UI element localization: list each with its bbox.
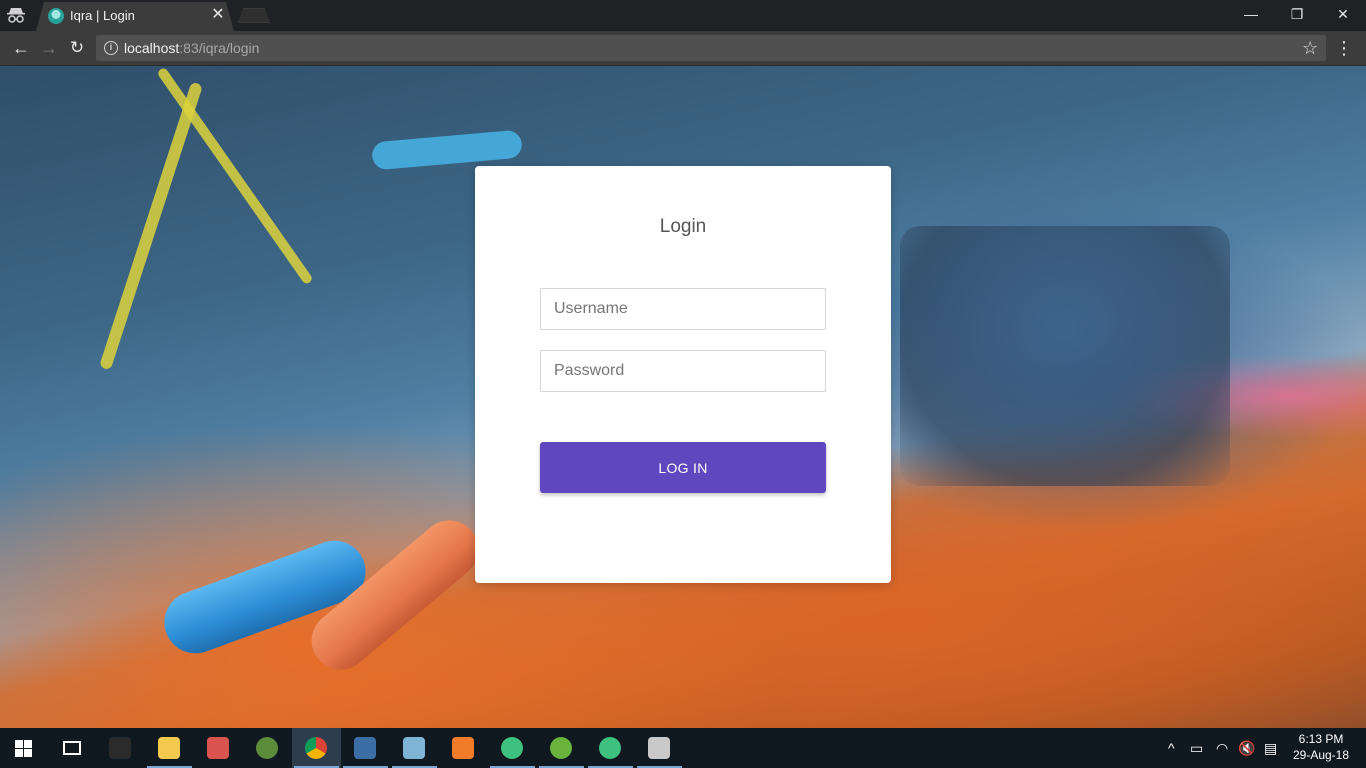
- palette-icon: [648, 737, 670, 759]
- paint-icon: [207, 737, 229, 759]
- tab-close-icon[interactable]: ✕: [210, 7, 226, 23]
- tab-title: Iqra | Login: [70, 8, 135, 23]
- browser-menu-icon[interactable]: ⋮: [1334, 37, 1354, 59]
- taskbar-app-button[interactable]: [243, 728, 292, 768]
- taskbar-app-button[interactable]: [145, 728, 194, 768]
- atom-icon-2: [599, 737, 621, 759]
- tab-iqra-login[interactable]: Iqra | Login ✕: [36, 2, 234, 31]
- password-input[interactable]: [540, 350, 826, 392]
- tab-strip: Iqra | Login ✕ — ❐ ✕: [0, 0, 1366, 31]
- login-title: Login: [659, 216, 707, 237]
- task-view-button[interactable]: [48, 728, 96, 768]
- volume-muted-icon[interactable]: 🔇: [1238, 738, 1255, 758]
- task-view-icon: [63, 741, 81, 755]
- show-hidden-icons-chevron-icon[interactable]: ^: [1168, 738, 1175, 758]
- taskbar-app-button[interactable]: [488, 728, 537, 768]
- taskbar-app-button[interactable]: [390, 728, 439, 768]
- windows-taskbar: ^ ▭ ◠ 🔇 ▤ 6:13 PM 29-Aug-18: [0, 728, 1366, 768]
- system-tray: ^ ▭ ◠ 🔇 ▤ 6:13 PM 29-Aug-18: [1160, 728, 1366, 768]
- background-chalk-mark: [371, 129, 523, 171]
- notepad-icon: [403, 737, 425, 759]
- clock[interactable]: 6:13 PM 29-Aug-18: [1288, 731, 1354, 763]
- reload-icon[interactable]: ↻: [66, 37, 88, 59]
- battery-icon[interactable]: ▭: [1190, 738, 1203, 758]
- background-chalk-line: [98, 81, 204, 371]
- globe-icon: [256, 737, 278, 759]
- login-button[interactable]: LOG IN: [540, 442, 826, 493]
- notifications-icon[interactable]: ▤: [1264, 738, 1277, 758]
- taskbar-app-button[interactable]: [194, 728, 243, 768]
- url-path: :83/iqra/login: [179, 40, 260, 56]
- terminal-icon: [109, 737, 131, 759]
- windows-logo-icon: [15, 740, 32, 757]
- username-input[interactable]: [540, 288, 826, 330]
- back-arrow-icon[interactable]: ←: [10, 37, 32, 59]
- forward-arrow-icon[interactable]: →: [38, 37, 60, 59]
- close-window-button[interactable]: ✕: [1320, 0, 1366, 30]
- clock-time: 6:13 PM: [1298, 732, 1344, 746]
- taskbar-app-button[interactable]: [439, 728, 488, 768]
- url-host: localhost: [124, 40, 180, 56]
- new-tab-button[interactable]: [238, 8, 270, 23]
- browser-toolbar: ← → ↻ i localhost:83/iqra/login ☆ ⋮: [0, 31, 1366, 66]
- utorrent-icon: [550, 737, 572, 759]
- site-favicon-icon: [48, 8, 64, 24]
- virtualbox-icon: [354, 737, 376, 759]
- chrome-icon: [305, 737, 327, 759]
- login-card: Login LOG IN: [475, 166, 891, 583]
- clock-date: 29-Aug-18: [1292, 748, 1350, 762]
- maximize-button[interactable]: ❐: [1274, 0, 1320, 30]
- atom-icon: [501, 737, 523, 759]
- site-info-icon[interactable]: i: [104, 41, 118, 55]
- minimize-button[interactable]: —: [1228, 0, 1274, 30]
- xampp-icon: [452, 737, 474, 759]
- taskbar-app-button[interactable]: [586, 728, 635, 768]
- start-button[interactable]: [0, 728, 48, 768]
- background-eraser: [900, 226, 1230, 486]
- taskbar-app-button[interactable]: [96, 728, 145, 768]
- wifi-icon[interactable]: ◠: [1216, 738, 1228, 758]
- background-chalk-line: [156, 66, 314, 286]
- file-explorer-icon: [158, 737, 180, 759]
- taskbar-app-button[interactable]: [635, 728, 684, 768]
- address-bar[interactable]: i localhost:83/iqra/login ☆: [96, 35, 1326, 61]
- bookmark-star-icon[interactable]: ☆: [1302, 37, 1318, 59]
- page-viewport: Login LOG IN: [0, 66, 1366, 728]
- incognito-icon: [6, 6, 26, 24]
- taskbar-app-button[interactable]: [341, 728, 390, 768]
- taskbar-app-button[interactable]: [537, 728, 586, 768]
- taskbar-app-button[interactable]: [292, 728, 341, 768]
- url-text[interactable]: localhost:83/iqra/login: [124, 40, 259, 56]
